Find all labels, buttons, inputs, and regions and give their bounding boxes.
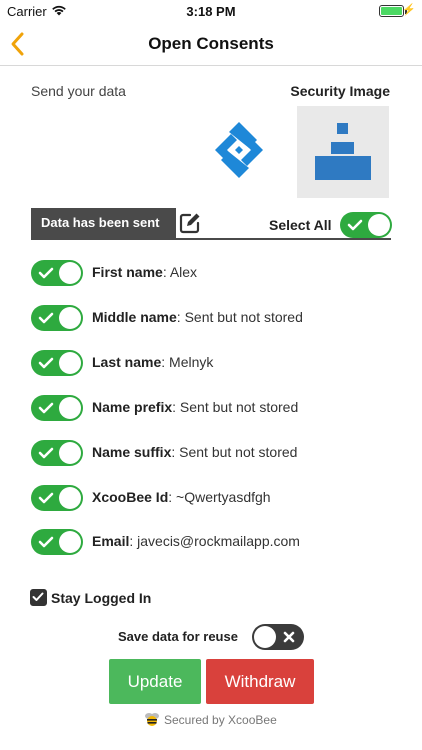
- xcoobee-id-toggle[interactable]: [31, 485, 83, 511]
- field-value: : javecis@rockmailapp.com: [129, 533, 300, 549]
- edit-icon[interactable]: [179, 212, 201, 234]
- check-icon: [38, 492, 54, 504]
- data-sent-banner: Data has been sent: [31, 208, 176, 238]
- field-value: : Sent but not stored: [171, 444, 298, 460]
- bee-icon: [145, 713, 159, 726]
- select-all-toggle[interactable]: [340, 212, 392, 238]
- field-text: Last name: Melnyk: [92, 354, 213, 370]
- check-icon: [38, 312, 54, 324]
- page-title: Open Consents: [148, 34, 274, 53]
- name-prefix-toggle[interactable]: [31, 395, 83, 421]
- field-text: Name prefix: Sent but not stored: [92, 399, 298, 415]
- field-row-last-name: Last name: Melnyk: [0, 350, 422, 376]
- field-text: Name suffix: Sent but not stored: [92, 444, 297, 460]
- last-name-toggle[interactable]: [31, 350, 83, 376]
- status-bar: Carrier 3:18 PM ⚡: [0, 0, 422, 22]
- check-icon: [38, 267, 54, 279]
- company-logo: [193, 106, 285, 198]
- middle-name-toggle[interactable]: [31, 305, 83, 331]
- field-text: XcooBee Id: ~Qwertyasdfgh: [92, 489, 271, 505]
- field-value: : ~Qwertyasdfgh: [168, 489, 271, 505]
- field-label: Name suffix: [92, 444, 172, 460]
- field-label: XcooBee Id: [92, 489, 169, 505]
- field-row-name-suffix: Name suffix: Sent but not stored: [0, 440, 422, 466]
- field-label: Name prefix: [92, 399, 173, 415]
- email-toggle[interactable]: [31, 529, 83, 555]
- field-row-middle-name: Middle name: Sent but not stored: [0, 305, 422, 331]
- field-text: Email: javecis@rockmailapp.com: [92, 533, 300, 549]
- security-image: [297, 106, 389, 198]
- field-text: Middle name: Sent but not stored: [92, 309, 303, 325]
- charging-icon: ⚡: [402, 4, 416, 16]
- company-logo-icon: [215, 122, 263, 178]
- x-icon: [283, 631, 295, 643]
- send-your-data-label: Send your data: [31, 83, 126, 99]
- first-name-toggle[interactable]: [31, 260, 83, 286]
- save-data-toggle[interactable]: [252, 624, 304, 650]
- field-label: Last name: [92, 354, 162, 370]
- select-all-label: Select All: [269, 217, 332, 233]
- field-row-first-name: First name: Alex: [0, 260, 422, 286]
- stay-logged-in-label: Stay Logged In: [51, 590, 152, 606]
- field-row-xcoobee-id: XcooBee Id: ~Qwertyasdfgh: [0, 485, 422, 511]
- field-text: First name: Alex: [92, 264, 197, 280]
- check-icon: [347, 219, 363, 231]
- field-row-email: Email: javecis@rockmailapp.com: [0, 529, 422, 555]
- checkmark-icon: [32, 592, 44, 601]
- field-row-name-prefix: Name prefix: Sent but not stored: [0, 395, 422, 421]
- name-suffix-toggle[interactable]: [31, 440, 83, 466]
- field-value: : Melnyk: [161, 354, 214, 370]
- field-label: Middle name: [92, 309, 177, 325]
- battery-icon: [379, 5, 407, 17]
- stay-logged-in-checkbox[interactable]: [30, 589, 47, 606]
- update-button[interactable]: Update: [109, 659, 201, 704]
- field-value: : Sent but not stored: [176, 309, 303, 325]
- field-label: Email: [92, 533, 130, 549]
- nav-bar: Open Consents: [0, 22, 422, 66]
- security-image-label: Security Image: [290, 83, 390, 99]
- check-icon: [38, 357, 54, 369]
- section-divider: [31, 238, 391, 240]
- field-value: : Alex: [162, 264, 198, 280]
- secured-by-text: Secured by XcooBee: [164, 713, 277, 727]
- field-label: First name: [92, 264, 163, 280]
- security-pyramid-icon: [315, 123, 371, 180]
- withdraw-button[interactable]: Withdraw: [206, 659, 314, 704]
- save-data-label: Save data for reuse: [118, 629, 238, 644]
- check-icon: [38, 402, 54, 414]
- check-icon: [38, 447, 54, 459]
- field-value: : Sent but not stored: [172, 399, 299, 415]
- check-icon: [38, 536, 54, 548]
- status-time: 3:18 PM: [186, 4, 236, 19]
